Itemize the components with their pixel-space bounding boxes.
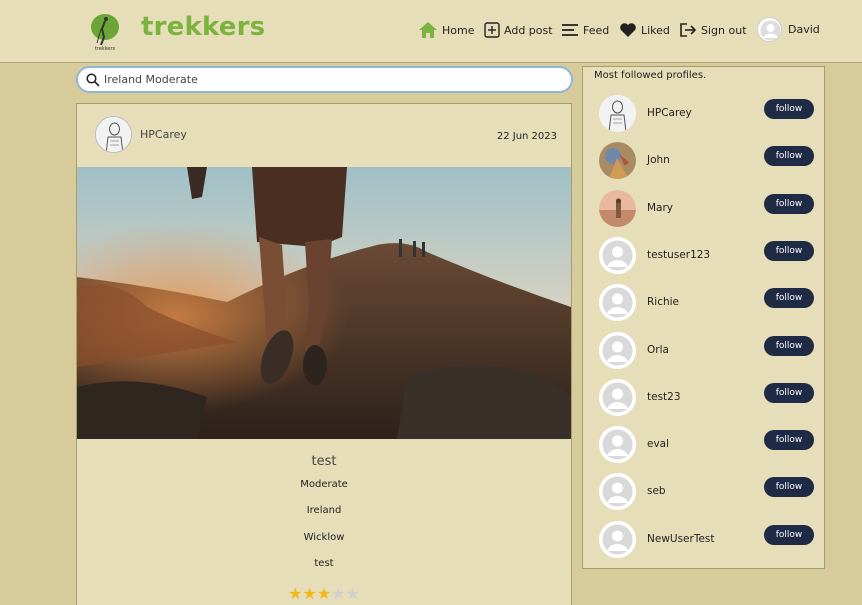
search-bar[interactable] [76, 66, 573, 93]
profile-row: test23 follow [599, 378, 815, 417]
post-owner-name: HPCarey [140, 128, 187, 141]
star-icon[interactable]: ★ [317, 584, 331, 603]
profile-name[interactable]: test23 [647, 391, 681, 403]
post-county: Wicklow [303, 532, 345, 543]
post-owner[interactable]: HPCarey [95, 116, 187, 153]
profile-row: seb follow [599, 473, 815, 511]
star-icon[interactable]: ★ [288, 584, 302, 603]
star-icon[interactable]: ★ [302, 584, 316, 603]
profile-row: Richie follow [599, 284, 815, 322]
profile-row: Orla follow [599, 331, 815, 370]
profile-name[interactable]: Orla [647, 344, 669, 356]
post-image[interactable] [77, 167, 571, 439]
profile-name[interactable]: Richie [647, 296, 679, 308]
nav-add-post[interactable]: Add post [484, 19, 553, 41]
star-icon[interactable]: ★ [346, 584, 360, 603]
nav-sign-out[interactable]: Sign out [679, 19, 747, 41]
profile-avatar[interactable] [599, 520, 636, 558]
follow-button[interactable]: follow [764, 288, 814, 309]
profile-avatar[interactable] [599, 426, 636, 464]
star-icon[interactable]: ★ [331, 584, 345, 603]
post-difficulty: Moderate [300, 479, 348, 490]
profile-name[interactable]: NewUserTest [647, 533, 715, 545]
nav-add-post-label: Add post [504, 23, 553, 37]
follow-button[interactable]: follow [764, 240, 814, 261]
nav-feed[interactable]: Feed [561, 19, 609, 41]
profile-name[interactable]: HPCarey [647, 107, 692, 119]
post-owner-avatar [95, 116, 132, 153]
profile-name[interactable]: seb [647, 485, 666, 497]
profile-avatar[interactable] [599, 331, 636, 369]
post-description: test [314, 558, 334, 569]
post-card: HPCarey 22 Jun 2023 test Moderate Irelan… [76, 103, 572, 605]
follow-button[interactable]: follow [764, 99, 814, 119]
post-title: test [311, 454, 337, 469]
profile-name[interactable]: Mary [647, 202, 673, 214]
profile-row: testuser123 follow [599, 236, 815, 275]
profile-avatar[interactable] [599, 189, 636, 227]
navbar: trekkers trekkers Home Add post Feed Lik… [0, 0, 862, 63]
profile-avatar[interactable] [599, 378, 636, 416]
search-input[interactable] [104, 73, 554, 86]
profile-row: Mary follow [599, 189, 815, 228]
profile-avatar[interactable] [599, 236, 636, 274]
sign-out-icon [680, 23, 697, 37]
profile-row: John follow [599, 142, 815, 180]
nav-liked[interactable]: Liked [619, 19, 670, 41]
user-avatar [757, 16, 782, 42]
home-icon [419, 22, 437, 38]
nav-home-label: Home [442, 23, 475, 37]
trekkers-logo[interactable]: trekkers [88, 11, 124, 53]
nav-sign-out-label: Sign out [701, 23, 747, 37]
post-country: Ireland [306, 505, 342, 516]
profile-avatar[interactable] [599, 142, 636, 180]
profile-row: HPCarey follow [599, 95, 815, 133]
follow-button[interactable]: follow [764, 524, 814, 545]
follow-button[interactable]: follow [764, 193, 814, 214]
profile-name[interactable]: testuser123 [647, 249, 710, 261]
follow-button[interactable]: follow [764, 430, 814, 451]
nav-liked-label: Liked [641, 23, 670, 37]
profile-row: NewUserTest follow [599, 520, 815, 559]
post-date: 22 Jun 2023 [496, 131, 557, 142]
follow-button[interactable]: follow [764, 146, 814, 167]
follow-button[interactable]: follow [764, 477, 814, 498]
brand-name[interactable]: trekkers [141, 12, 265, 42]
nav-home[interactable]: Home [418, 19, 474, 41]
profile-avatar[interactable] [599, 284, 636, 322]
nav-profile[interactable]: David [757, 16, 820, 42]
plus-square-icon [484, 22, 500, 38]
follow-button[interactable]: follow [764, 382, 814, 403]
most-followed-panel: Most followed profiles. HPCarey follow Joh… [582, 66, 825, 569]
nav-user-name: David [788, 22, 820, 36]
svg-text:trekkers: trekkers [95, 46, 116, 52]
list-icon [562, 24, 578, 36]
profile-name[interactable]: eval [647, 438, 669, 450]
nav-feed-label: Feed [583, 23, 610, 37]
profile-row: eval follow [599, 426, 815, 464]
search-icon [86, 72, 100, 87]
follow-button[interactable]: follow [764, 335, 814, 356]
profile-name[interactable]: John [647, 154, 670, 166]
post-rating[interactable]: ★★★★★ [77, 584, 571, 603]
heart-icon [620, 23, 636, 37]
profile-avatar[interactable] [599, 473, 636, 511]
profile-avatar[interactable] [599, 95, 636, 132]
profiles-title: Most followed profiles. [594, 70, 707, 81]
